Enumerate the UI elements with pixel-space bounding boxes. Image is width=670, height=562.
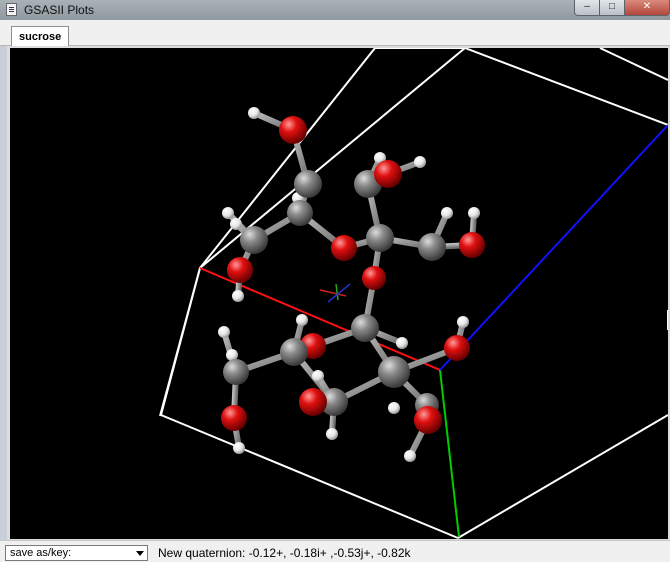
origin-marker-y: [335, 283, 339, 301]
carbon-atom: [378, 356, 410, 388]
app-icon: [6, 3, 17, 16]
maximize-button[interactable]: □: [599, 0, 625, 16]
title-bar[interactable]: GSASII Plots – □ ✕: [0, 0, 670, 20]
window-title: GSASII Plots: [24, 3, 95, 17]
oxygen-atom: [414, 406, 442, 434]
hydrogen-atom: [326, 428, 338, 440]
plot-tab-strip: sucrose: [0, 20, 670, 47]
carbon-atom: [366, 224, 394, 252]
oxygen-atom: [221, 405, 247, 431]
structure-plot-canvas[interactable]: [10, 47, 669, 539]
oxygen-atom: [299, 388, 327, 416]
cell-edge: [599, 47, 669, 81]
axis-b: [439, 369, 460, 538]
carbon-atom: [280, 338, 308, 366]
cell-edge: [160, 414, 459, 539]
close-button[interactable]: ✕: [624, 0, 670, 16]
structure-drawing: [159, 47, 669, 539]
hydrogen-atom: [296, 314, 308, 326]
chevron-down-icon: [136, 551, 144, 556]
carbon-atom: [287, 200, 313, 226]
hydrogen-atom: [233, 442, 245, 454]
hydrogen-atom: [388, 402, 400, 414]
hydrogen-atom: [414, 156, 426, 168]
carbon-atom: [351, 314, 379, 342]
cell-edge: [457, 414, 669, 539]
cell-edge: [464, 47, 669, 126]
save-as-key-select[interactable]: save as/key:: [5, 545, 148, 561]
hydrogen-atom: [232, 290, 244, 302]
hydrogen-atom: [441, 207, 453, 219]
hydrogen-atom: [222, 207, 234, 219]
hydrogen-atom: [457, 316, 469, 328]
minimize-button[interactable]: –: [574, 0, 600, 16]
carbon-atom: [223, 359, 249, 385]
hydrogen-atom: [248, 107, 260, 119]
save-as-key-label: save as/key:: [10, 547, 72, 559]
oxygen-atom: [362, 266, 386, 290]
oxygen-atom: [444, 335, 470, 361]
hydrogen-atom: [312, 370, 324, 382]
hydrogen-atom: [230, 218, 242, 230]
status-bar: save as/key: New quaternion: -0.12+, -0.…: [0, 540, 670, 562]
oxygen-atom: [279, 116, 307, 144]
carbon-atom: [294, 170, 322, 198]
oxygen-atom: [374, 160, 402, 188]
oxygen-atom: [331, 235, 357, 261]
hydrogen-atom: [468, 207, 480, 219]
carbon-atom: [418, 233, 446, 261]
carbon-atom: [240, 226, 268, 254]
tab-sucrose[interactable]: sucrose: [11, 26, 70, 47]
cell-axes: [199, 124, 669, 538]
hydrogen-atom: [218, 326, 230, 338]
status-message: New quaternion: -0.12+, -0.18i+ ,-0.53j+…: [158, 546, 411, 560]
oxygen-atom: [459, 232, 485, 258]
hydrogen-atom: [396, 337, 408, 349]
hydrogen-atom: [404, 450, 416, 462]
cell-edge: [159, 267, 201, 417]
oxygen-atom: [227, 257, 253, 283]
